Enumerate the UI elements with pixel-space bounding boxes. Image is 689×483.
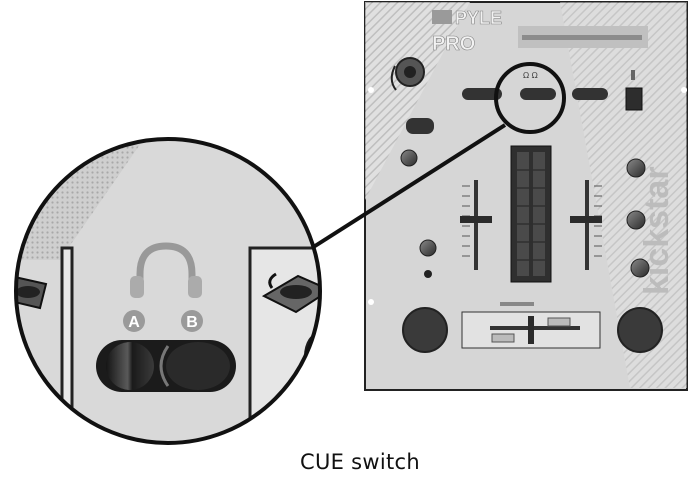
brand-name-bottom: PRO [432,33,475,55]
left-channel-edge [60,246,74,443]
treble-knob [626,158,646,178]
input-selector-switch-2 [572,88,608,100]
master-knob [630,258,650,278]
cue-switch [96,340,236,392]
left-knob-edge [16,333,22,377]
zoom-callout: A B [14,137,322,445]
mic-switch [406,118,434,134]
cue-label-b: B [186,314,198,331]
mixer-diagram: PYLE PRO kickstar Ω Ω A B [14,1,688,445]
level-meter [510,145,552,283]
gain-knob-left [400,149,418,167]
model-plate-text [522,35,642,40]
mic-indicator [424,270,432,278]
cue-label-a: A [128,314,140,331]
cue-small-label: Ω Ω [523,71,538,80]
mic-level-knob [419,239,437,257]
bass-knob [626,210,646,230]
cue-switch-small [520,88,556,100]
left-pad [402,307,448,353]
mixer-panel: PYLE PRO kickstar Ω Ω [364,1,688,391]
power-button [625,87,643,111]
right-pad [617,307,663,353]
right-knob-edge [304,332,320,380]
caption: CUE switch [300,450,421,474]
brand-name-top: PYLE [455,8,502,28]
